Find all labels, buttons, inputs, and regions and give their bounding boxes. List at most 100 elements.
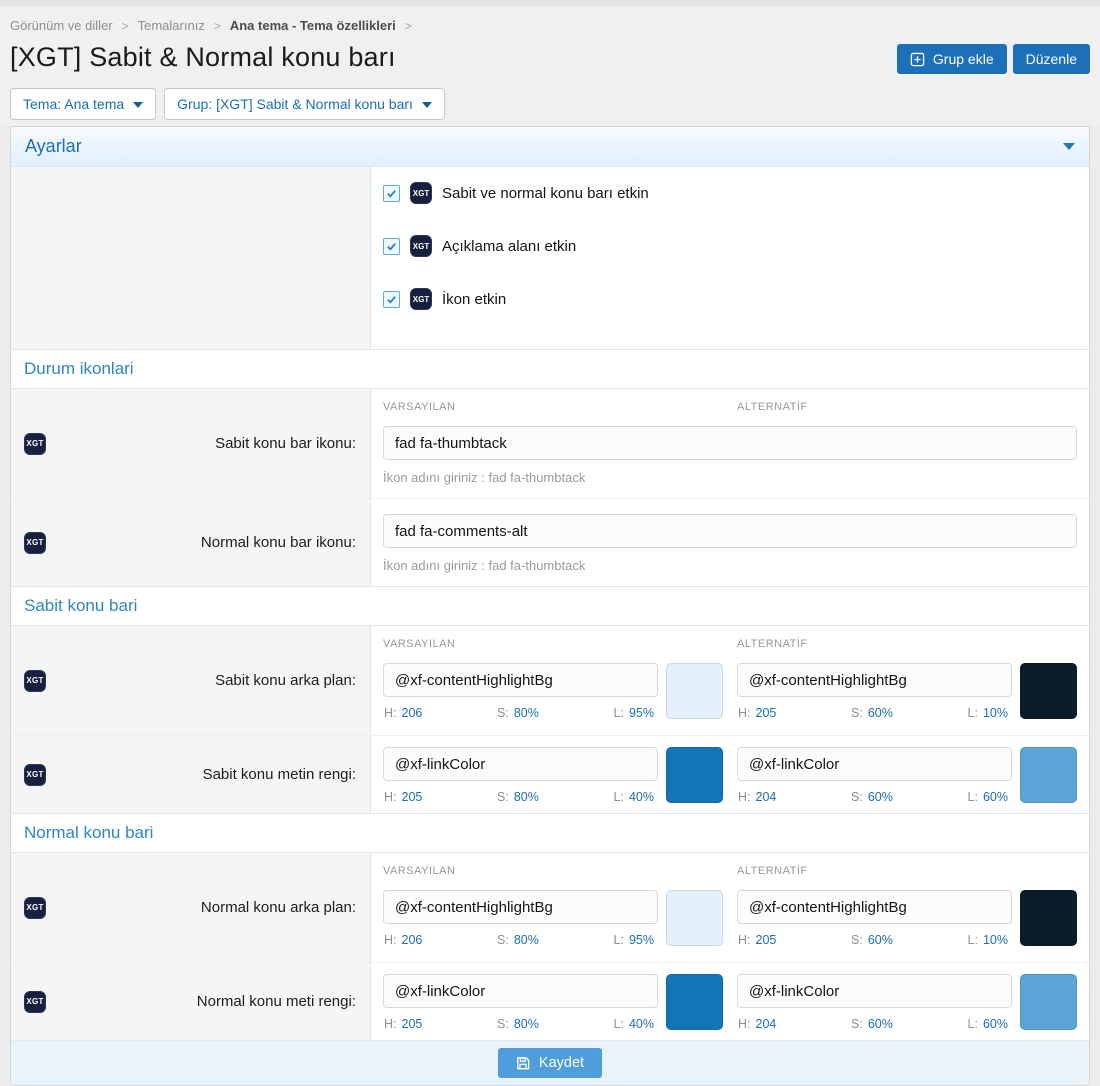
hsl-l-value: 60% bbox=[983, 1017, 1008, 1031]
hsl-l-value: 10% bbox=[983, 933, 1008, 947]
normal-bg-default-input[interactable] bbox=[383, 890, 658, 924]
hsl-h-value: 204 bbox=[756, 1017, 777, 1031]
breadcrumb: Görünüm ve diller > Temalarınız > Ana te… bbox=[10, 18, 1090, 33]
add-group-label: Grup ekle bbox=[933, 51, 994, 67]
ayarlar-section-header[interactable]: Ayarlar bbox=[11, 127, 1089, 167]
breadcrumb-item[interactable]: Görünüm ve diller bbox=[10, 18, 113, 33]
color-swatch[interactable] bbox=[666, 747, 723, 803]
field-label-cell: XGT Sabit konu arka plan: bbox=[11, 626, 371, 735]
hsl-s-label: S: bbox=[851, 706, 863, 720]
hsl-h-value: 205 bbox=[756, 706, 777, 720]
edit-button[interactable]: Düzenle bbox=[1013, 44, 1090, 74]
hsl-l-value: 40% bbox=[629, 790, 654, 804]
checkbox-checked-icon[interactable] bbox=[383, 238, 400, 255]
color-swatch[interactable] bbox=[666, 890, 723, 946]
hsl-h-value: 205 bbox=[756, 933, 777, 947]
color-swatch[interactable] bbox=[666, 974, 723, 1030]
hsl-s-label: S: bbox=[851, 933, 863, 947]
color-row-sticky-text: XGT Sabit konu metin rengi: H:205 S:80% … bbox=[11, 735, 1089, 813]
hsl-h-label: H: bbox=[738, 706, 751, 720]
field-label: Sabit konu bar ikonu: bbox=[215, 435, 356, 452]
checkbox-sticky-normal-bar-enabled[interactable]: XGT Sabit ve normal konu barı etkin bbox=[383, 182, 1077, 204]
sticky-text-alt-input[interactable] bbox=[737, 747, 1012, 781]
theme-select[interactable]: Tema: Ana tema bbox=[10, 88, 156, 120]
field-label: Sabit konu metin rengi: bbox=[203, 766, 356, 783]
group-select-label: Grup: [XGT] Sabit & Normal konu barı bbox=[177, 96, 413, 112]
edit-label: Düzenle bbox=[1026, 51, 1077, 67]
hsl-h-value: 205 bbox=[402, 790, 423, 804]
field-label-cell: XGT Normal konu arka plan: bbox=[11, 853, 371, 962]
breadcrumb-separator: > bbox=[405, 19, 412, 33]
page-header: Görünüm ve diller > Temalarınız > Ana te… bbox=[0, 0, 1100, 126]
color-swatch[interactable] bbox=[1020, 890, 1077, 946]
sticky-text-default-input[interactable] bbox=[383, 747, 658, 781]
xgt-addon-icon: XGT bbox=[24, 991, 46, 1013]
hsl-l-value: 95% bbox=[629, 706, 654, 720]
hsl-s-value: 80% bbox=[514, 933, 539, 947]
normal-icon-input[interactable] bbox=[383, 514, 1077, 548]
panel-footer: Kaydet bbox=[11, 1040, 1089, 1085]
field-label-cell: XGT Sabit konu bar ikonu: bbox=[11, 389, 371, 498]
field-hint: İkon adını giriniz : fad fa-thumbtack bbox=[383, 558, 1077, 573]
chevron-down-icon bbox=[422, 102, 432, 108]
hsl-l-label: L: bbox=[614, 933, 624, 947]
sticky-icon-input[interactable] bbox=[383, 426, 1077, 460]
normal-bg-alt-input[interactable] bbox=[737, 890, 1012, 924]
section-header-sticky-bar: Sabit konu bari bbox=[11, 586, 1089, 626]
column-header-alternative: ALTERNATİF bbox=[737, 865, 1077, 877]
checkbox-icon-enabled[interactable]: XGT İkon etkin bbox=[383, 288, 1077, 310]
checkbox-label: İkon etkin bbox=[442, 291, 506, 308]
sticky-bg-default-input[interactable] bbox=[383, 663, 658, 697]
checkbox-description-area-enabled[interactable]: XGT Açıklama alanı etkin bbox=[383, 235, 1077, 257]
color-row-normal-text: XGT Normal konu meti rengi: H:205 S:80% … bbox=[11, 962, 1089, 1040]
hsl-s-value: 60% bbox=[868, 790, 893, 804]
hsl-l-value: 60% bbox=[983, 790, 1008, 804]
hsl-s-label: S: bbox=[851, 1017, 863, 1031]
field-label-cell: XGT Sabit konu metin rengi: bbox=[11, 736, 371, 813]
group-select[interactable]: Grup: [XGT] Sabit & Normal konu barı bbox=[164, 88, 445, 120]
hsl-h-label: H: bbox=[738, 933, 751, 947]
hsl-h-label: H: bbox=[384, 790, 397, 804]
breadcrumb-separator: > bbox=[214, 19, 221, 33]
checkbox-checked-icon[interactable] bbox=[383, 185, 400, 202]
color-swatch[interactable] bbox=[1020, 663, 1077, 719]
xgt-addon-icon: XGT bbox=[24, 532, 46, 554]
save-button[interactable]: Kaydet bbox=[498, 1048, 602, 1078]
sticky-bg-alt-input[interactable] bbox=[737, 663, 1012, 697]
hsl-l-label: L: bbox=[968, 933, 978, 947]
section-header-status-icons: Durum ikonlari bbox=[11, 349, 1089, 389]
collapse-chevron-icon[interactable] bbox=[1063, 143, 1075, 150]
ayarlar-title: Ayarlar bbox=[25, 136, 82, 157]
hsl-l-label: L: bbox=[968, 1017, 978, 1031]
hsl-h-label: H: bbox=[384, 706, 397, 720]
toolbar: Grup ekle Düzenle bbox=[897, 44, 1090, 74]
checkbox-block: XGT Sabit ve normal konu barı etkin XGT … bbox=[371, 167, 1089, 349]
hsl-h-label: H: bbox=[738, 790, 751, 804]
add-group-button[interactable]: Grup ekle bbox=[897, 44, 1007, 74]
field-label: Sabit konu arka plan: bbox=[215, 672, 356, 689]
column-header-default: VARSAYILAN bbox=[383, 401, 723, 413]
field-label: Normal konu meti rengi: bbox=[197, 993, 356, 1010]
checkbox-checked-icon[interactable] bbox=[383, 291, 400, 308]
xgt-addon-icon: XGT bbox=[410, 182, 432, 204]
field-label-cell: XGT Normal konu meti rengi: bbox=[11, 963, 371, 1040]
normal-text-default-input[interactable] bbox=[383, 974, 658, 1008]
field-label-cell: XGT Normal konu bar ikonu: bbox=[11, 499, 371, 586]
hsl-s-value: 60% bbox=[868, 1017, 893, 1031]
breadcrumb-separator: > bbox=[122, 19, 129, 33]
breadcrumb-item[interactable]: Temalarınız bbox=[138, 18, 205, 33]
field-row-sticky-icon: XGT Sabit konu bar ikonu: VARSAYILAN ALT… bbox=[11, 389, 1089, 498]
color-row-normal-bg: XGT Normal konu arka plan: VARSAYILAN H:… bbox=[11, 853, 1089, 962]
normal-text-alt-input[interactable] bbox=[737, 974, 1012, 1008]
hsl-l-value: 40% bbox=[629, 1017, 654, 1031]
checkbox-rows: XGT Sabit ve normal konu barı etkin XGT … bbox=[11, 167, 1089, 349]
hsl-l-label: L: bbox=[614, 790, 624, 804]
color-swatch[interactable] bbox=[1020, 747, 1077, 803]
hsl-s-label: S: bbox=[851, 790, 863, 804]
breadcrumb-item-current[interactable]: Ana tema - Tema özellikleri bbox=[230, 18, 396, 33]
hsl-l-label: L: bbox=[614, 706, 624, 720]
plus-square-icon bbox=[910, 52, 925, 67]
color-swatch[interactable] bbox=[1020, 974, 1077, 1030]
color-swatch[interactable] bbox=[666, 663, 723, 719]
hsl-s-label: S: bbox=[497, 790, 509, 804]
